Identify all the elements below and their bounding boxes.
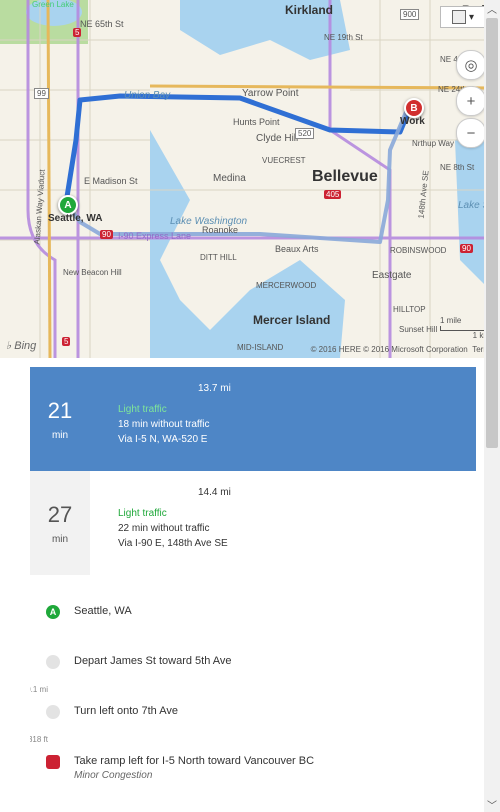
label-yarrow: Yarrow Point: [242, 88, 299, 99]
route-traffic: Light traffic: [118, 402, 468, 417]
label-unionbay: Union Bay: [124, 90, 170, 101]
step-text: Take ramp left for I-5 North toward Vanc…: [74, 755, 472, 767]
brand-logo: ♭ Bing: [6, 339, 36, 352]
route-option-alt[interactable]: 27 min 14.4 mi Light traffic 22 min with…: [30, 471, 476, 575]
label-beaux: Beaux Arts: [275, 244, 319, 254]
route-via: Via I-90 E, 148th Ave SE: [118, 536, 468, 551]
route-via: Via I-5 N, WA-520 E: [118, 432, 468, 447]
shield-sr900: 900: [400, 9, 419, 20]
label-kirkland: Kirkland: [285, 3, 333, 17]
shield-i405: 405: [324, 190, 341, 199]
minus-icon: −: [467, 125, 476, 142]
label-roanoke: Roanoke: [202, 225, 238, 235]
step-item[interactable]: 0.1 mi Turn left onto 7th Ave: [34, 691, 472, 741]
shield-sr520: 520: [295, 128, 314, 139]
zoom-out-button[interactable]: −: [456, 118, 486, 148]
label-newbeacon: New Beacon Hill: [63, 268, 122, 277]
label-madison: E Madison St: [84, 176, 138, 186]
directions-panel: 21 min 13.7 mi Light traffic 18 min with…: [30, 367, 476, 812]
marker-a[interactable]: A: [58, 195, 78, 215]
route-unit: min: [52, 430, 68, 441]
vertical-scrollbar[interactable]: ︿ ﹀: [484, 0, 500, 812]
zoom-in-button[interactable]: +: [456, 86, 486, 116]
label-mercer: Mercer Island: [253, 313, 330, 327]
shield-i5a: 5: [73, 28, 81, 37]
shield-i90b: 90: [460, 244, 473, 253]
segment-distance: 0.1 mi: [30, 685, 48, 694]
label-ne19: NE 19th St: [324, 33, 363, 42]
label-bellevue: Bellevue: [312, 168, 378, 186]
step-start[interactable]: A Seattle, WA: [34, 591, 472, 641]
marker-b[interactable]: B: [404, 98, 424, 118]
locate-button[interactable]: ◎: [456, 50, 486, 80]
attribution: © 2016 HERE © 2016 Microsoft Corporation…: [311, 345, 494, 354]
scroll-thumb[interactable]: [486, 18, 498, 448]
label-mercerwood: MERCERWOOD: [256, 281, 316, 290]
shield-sr99: 99: [34, 88, 49, 99]
route-no-traffic: 18 min without traffic: [118, 417, 468, 432]
scroll-up-arrow[interactable]: ︿: [484, 0, 500, 16]
layers-button[interactable]: ▾: [440, 6, 486, 28]
marker-a-letter: A: [64, 200, 71, 211]
label-ne65: NE 65th St: [80, 19, 124, 29]
scale-bar: 1 mile 1 km: [440, 316, 490, 340]
scroll-down-arrow[interactable]: ﹀: [484, 796, 500, 812]
route-distance: 14.4 mi: [198, 485, 468, 500]
route-minutes: 21: [48, 398, 72, 424]
step-item[interactable]: Depart James St toward 5th Ave: [34, 641, 472, 691]
route-distance: 13.7 mi: [198, 381, 468, 396]
label-ne8: NE 8th St: [440, 163, 474, 172]
step-node-icon: [46, 705, 60, 719]
shield-i90a: 90: [100, 230, 113, 239]
label-robinswood: ROBINSWOOD: [390, 246, 446, 255]
layers-icon: [452, 10, 466, 24]
dropdown-icon: ▾: [469, 12, 474, 23]
route-traffic: Light traffic: [118, 506, 468, 521]
scroll-track[interactable]: [484, 16, 500, 796]
label-sunset: Sunset Hill: [399, 325, 437, 334]
step-node-icon: [46, 655, 60, 669]
label-express: I-90 Express Lane: [118, 231, 191, 241]
label-clyde: Clyde Hill: [256, 133, 298, 144]
step-text: Seattle, WA: [74, 605, 472, 617]
marker-a-label: Seattle, WA: [48, 213, 102, 224]
label-huntspt: Hunts Point: [233, 117, 280, 127]
route-no-traffic: 22 min without traffic: [118, 521, 468, 536]
step-text: Turn left onto 7th Ave: [74, 705, 472, 717]
label-hilltop: HILLTOP: [393, 305, 426, 314]
map-canvas[interactable]: Green Lake NE 65th St Kirkland Redmo NE …: [0, 0, 500, 358]
marker-b-letter: B: [410, 103, 417, 114]
marker-b-label: Work: [400, 116, 425, 127]
start-node-icon: A: [46, 605, 60, 619]
label-nrthup: Nrthup Way: [412, 139, 454, 148]
label-eastgate: Eastgate: [372, 270, 411, 281]
plus-icon: +: [467, 93, 476, 110]
label-medina: Medina: [213, 173, 246, 184]
label-ditt: DITT HILL: [200, 253, 237, 262]
route-unit: min: [52, 534, 68, 545]
route-option-primary[interactable]: 21 min 13.7 mi Light traffic 18 min with…: [30, 367, 476, 471]
route-minutes: 27: [48, 502, 72, 528]
shield-i5b: 5: [62, 337, 70, 346]
step-text: Depart James St toward 5th Ave: [74, 655, 472, 667]
label-greenlake: Green Lake: [32, 0, 74, 9]
step-item[interactable]: 318 ft Take ramp left for I-5 North towa…: [34, 741, 472, 795]
locate-icon: ◎: [464, 56, 477, 74]
label-vuecrest: VUECREST: [262, 156, 306, 165]
label-midisland: MID-ISLAND: [237, 343, 283, 352]
segment-distance: 318 ft: [30, 735, 48, 744]
step-list: A Seattle, WA Depart James St toward 5th…: [30, 575, 476, 795]
interstate-shield-icon: [46, 755, 60, 769]
step-subtext: Minor Congestion: [74, 770, 472, 781]
